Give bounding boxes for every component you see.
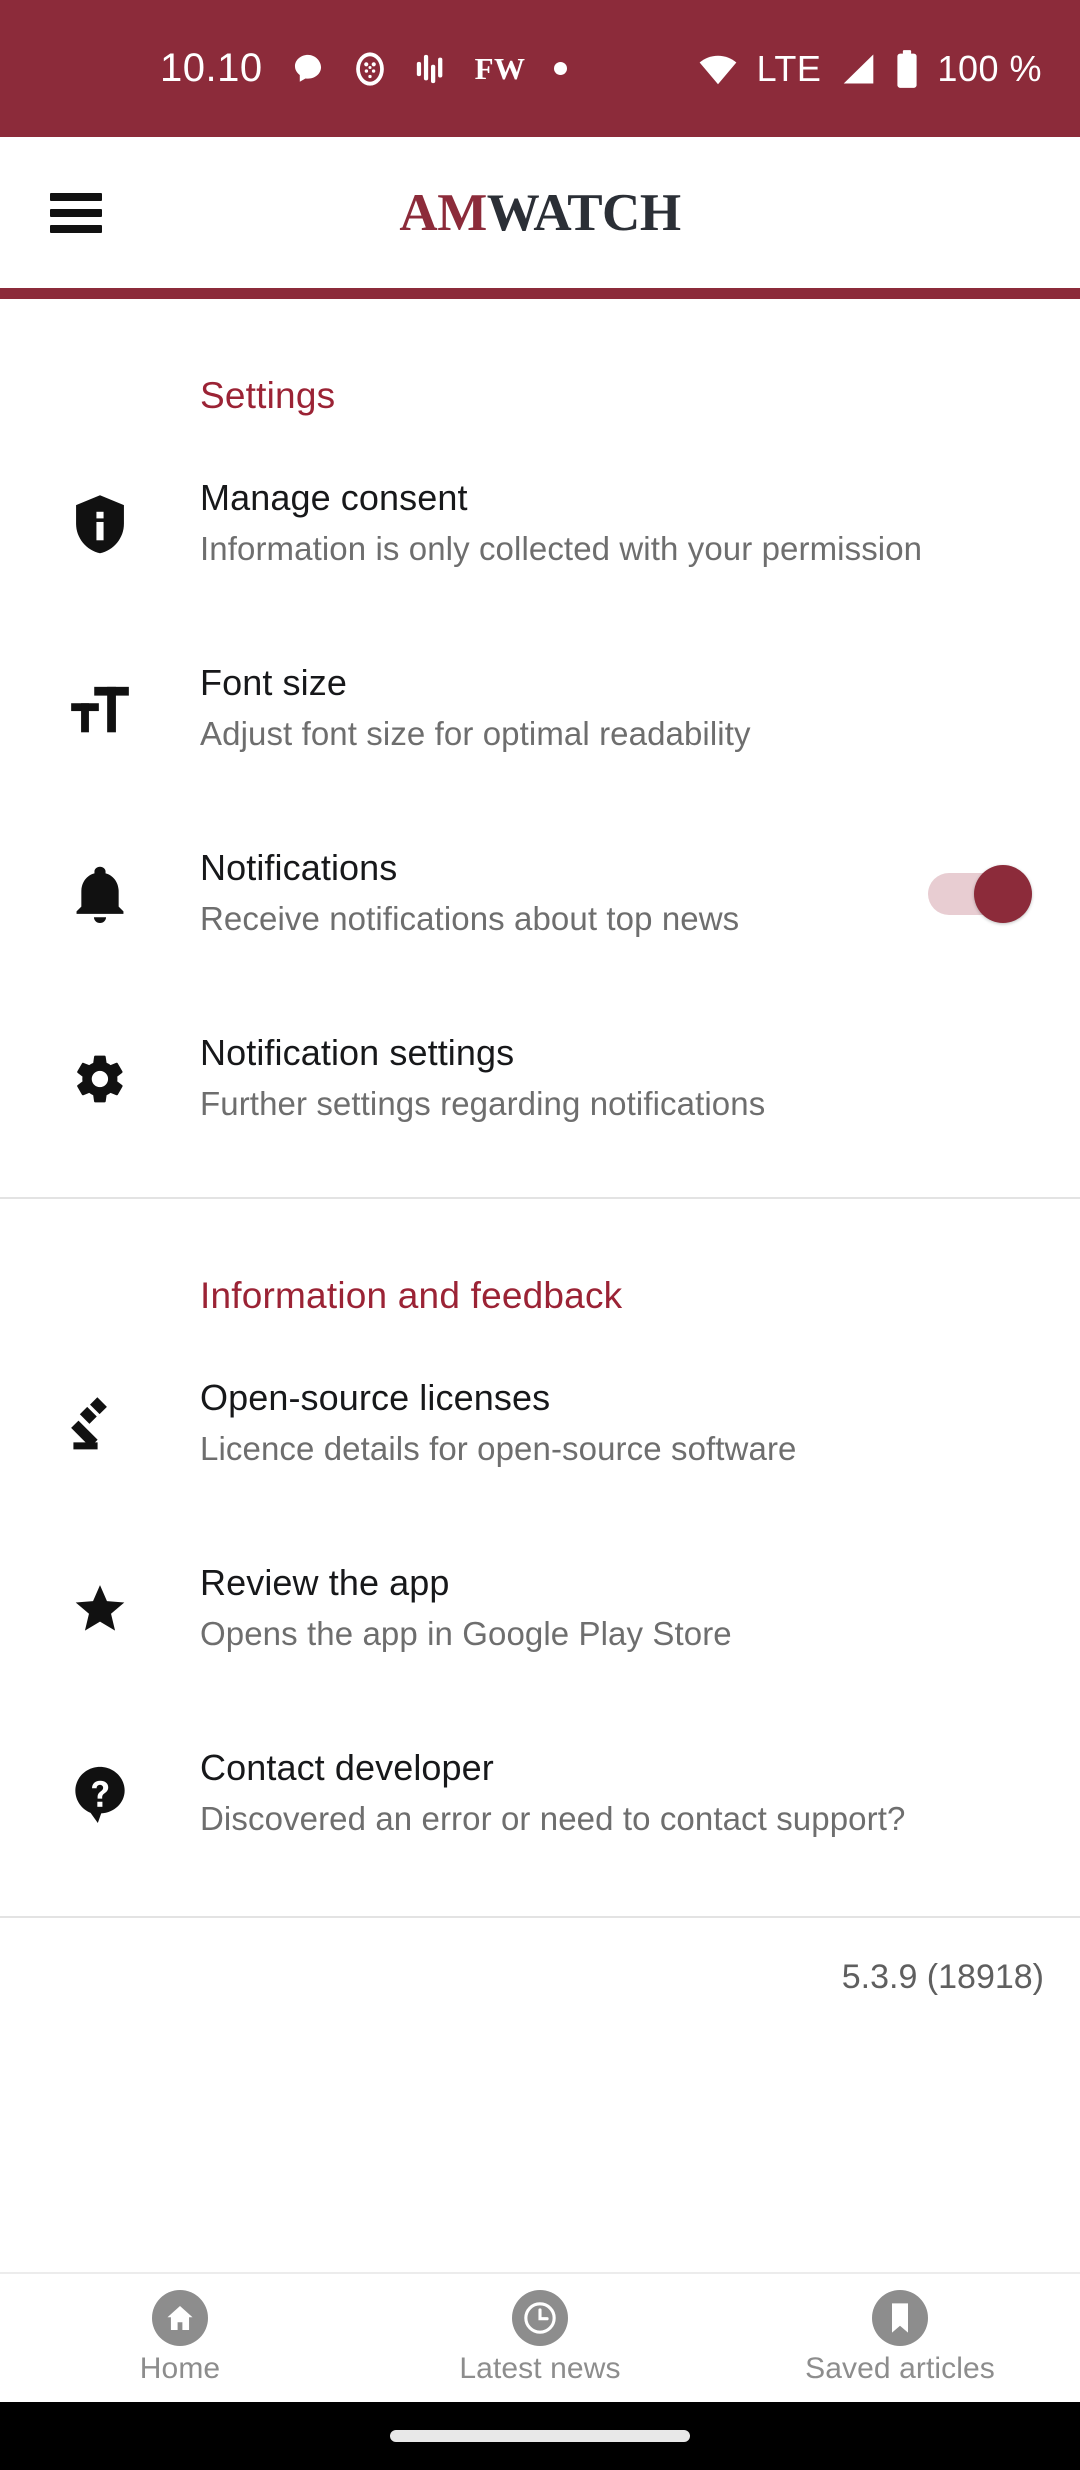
row-subtitle: Opens the app in Google Play Store — [200, 1615, 732, 1653]
bottom-navigation-bar: Home Latest news Saved articles — [0, 2272, 1080, 2402]
nav-item-home[interactable]: Home — [0, 2274, 360, 2402]
row-subtitle: Discovered an error or need to contact s… — [200, 1800, 906, 1838]
font-size-icon — [0, 683, 200, 735]
hamburger-bar-3 — [50, 224, 102, 233]
wifi-icon — [699, 55, 736, 84]
gesture-handle[interactable] — [390, 2430, 690, 2442]
notifications-toggle[interactable] — [928, 864, 1032, 923]
battery-full-icon — [897, 49, 918, 88]
settings-row-text: Notifications Receive notifications abou… — [200, 845, 928, 941]
settings-row-font-size[interactable]: Font size Adjust font size for optimal r… — [0, 636, 1080, 781]
row-subtitle: Further settings regarding notifications — [200, 1085, 766, 1123]
app-bar: AMWATCH — [0, 137, 1080, 288]
nav-item-label: Latest news — [459, 2352, 621, 2385]
signal-bars-icon — [844, 54, 874, 83]
settings-row-text: Font size Adjust font size for optimal r… — [200, 660, 1046, 756]
dot-icon — [553, 62, 567, 75]
status-clock: 10.10 — [160, 46, 263, 90]
row-subtitle: Licence details for open-source software — [200, 1430, 797, 1468]
carrier-label: FW — [474, 50, 526, 86]
settings-row-text: Open-source licenses Licence details for… — [200, 1375, 1046, 1471]
app-bar-accent-rule — [0, 288, 1080, 299]
settings-row-notifications[interactable]: Notifications Receive notifications abou… — [0, 821, 1080, 966]
toggle-thumb — [974, 864, 1032, 923]
settings-row-open-source-licenses[interactable]: Open-source licenses Licence details for… — [0, 1351, 1080, 1496]
section-heading-settings: Settings — [200, 375, 336, 416]
nav-item-saved-articles[interactable]: Saved articles — [720, 2274, 1080, 2402]
status-bar-right: LTE 100 % — [697, 48, 1042, 90]
row-title: Notification settings — [200, 1032, 515, 1074]
gear-icon — [0, 1051, 200, 1107]
hamburger-bar-1 — [50, 192, 102, 201]
chat-bubble-icon — [294, 54, 321, 82]
logo-am: AM — [399, 183, 487, 242]
hamburger-menu-icon[interactable] — [50, 192, 102, 233]
status-bar: 10.10 FW LTE 100 % — [0, 0, 1080, 137]
settings-row-text: Notification settings Further settings r… — [200, 1030, 1046, 1126]
row-title: Notifications — [200, 847, 398, 889]
bell-icon — [0, 865, 200, 923]
settings-row-text: Review the app Opens the app in Google P… — [200, 1560, 1046, 1656]
gavel-icon — [0, 1395, 200, 1453]
clock-icon — [512, 2290, 568, 2346]
app-version-label: 5.3.9 (18918) — [841, 1958, 1044, 1996]
row-subtitle: Receive notifications about top news — [200, 900, 740, 938]
settings-row-notification-settings[interactable]: Notification settings Further settings r… — [0, 1006, 1080, 1151]
row-title: Open-source licenses — [200, 1377, 551, 1419]
nav-item-label: Saved articles — [805, 2352, 995, 2385]
settings-row-text: Manage consent Information is only colle… — [200, 475, 1046, 571]
nav-item-label: Home — [139, 2352, 221, 2385]
star-icon — [0, 1583, 200, 1635]
settings-row-text: Contact developer Discovered an error or… — [200, 1745, 1046, 1841]
bookmark-icon — [872, 2290, 928, 2346]
equalizer-icon — [416, 54, 442, 83]
settings-content: Settings Manage consent Information is o… — [0, 299, 1080, 2272]
section-heading-information-and-feedback: Information and feedback — [200, 1275, 623, 1316]
owl-avatar-icon — [355, 51, 384, 86]
battery-label: 100 % — [937, 47, 1042, 89]
system-gesture-bar — [0, 2402, 1080, 2470]
logo-watch: WATCH — [486, 183, 681, 242]
row-title: Manage consent — [200, 477, 468, 519]
row-title: Font size — [200, 662, 347, 704]
help-question-icon — [0, 1765, 200, 1823]
row-subtitle: Information is only collected with your … — [200, 530, 923, 568]
row-subtitle: Adjust font size for optimal readability — [200, 715, 751, 753]
home-icon — [152, 2290, 208, 2346]
network-label: LTE — [756, 47, 822, 89]
settings-row-review-the-app[interactable]: Review the app Opens the app in Google P… — [0, 1536, 1080, 1681]
status-bar-left: 10.10 FW — [0, 46, 697, 91]
settings-row-manage-consent[interactable]: Manage consent Information is only colle… — [0, 451, 1080, 596]
nav-item-latest-news[interactable]: Latest news — [360, 2274, 720, 2402]
hamburger-bar-2 — [50, 208, 102, 217]
row-title: Review the app — [200, 1562, 450, 1604]
settings-row-contact-developer[interactable]: Contact developer Discovered an error or… — [0, 1721, 1080, 1866]
app-logo[interactable]: AMWATCH — [0, 183, 1080, 243]
row-title: Contact developer — [200, 1747, 494, 1789]
privacy-shield-icon — [0, 493, 200, 555]
